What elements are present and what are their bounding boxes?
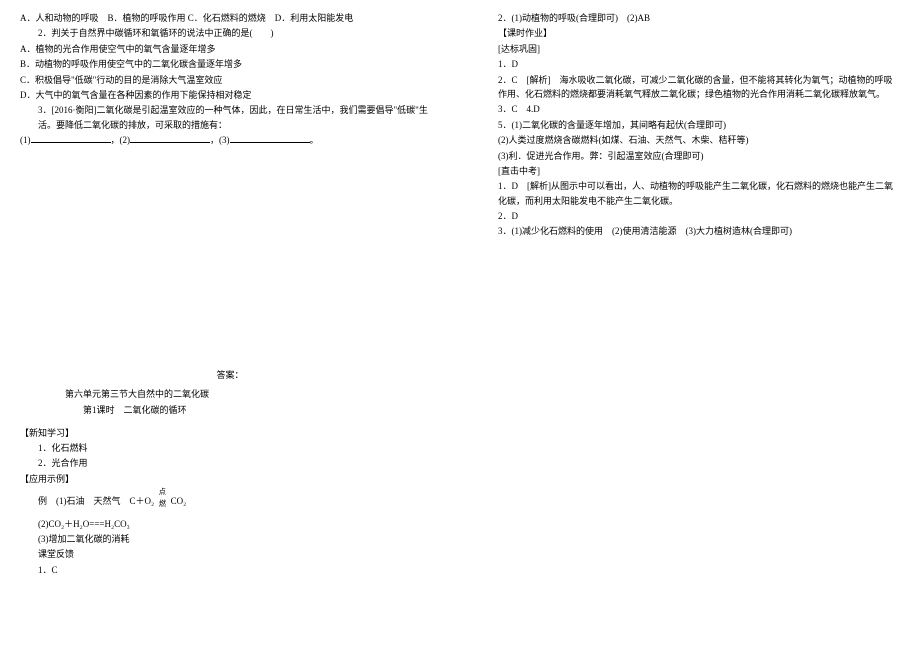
exam-answer-3: 3．(1)减少化石燃料的使用 (2)使用清洁能源 (3)大力植树造林(合理即可) — [480, 224, 900, 238]
hw-answer-5-1: 5．(1)二氧化碳的含量逐年增加，其间略有起伏(合理即可) — [480, 118, 900, 132]
q2-option-a: A．植物的光合作用使空气中的氧气含量逐年增多 — [20, 42, 440, 56]
section-exam: [直击中考] — [480, 164, 900, 178]
exam-answer-1: 1．D [解析]从图示中可以看出，人、动植物的呼吸能产生二氧化碳，化石燃料的燃烧… — [480, 179, 900, 208]
hw-answer-1: 1．D — [480, 57, 900, 71]
blank-2 — [130, 134, 210, 143]
example-1: 例 (1)石油 天然气 C＋O₂ 点燃 CO₂ — [20, 494, 440, 508]
nk-item-1: 1．化石燃料 — [20, 441, 440, 455]
lesson-title: 第1课时 二氧化碳的循环 — [20, 403, 440, 417]
answer-heading: 答案： — [20, 368, 440, 382]
unit-title: 第六单元第三节大自然中的二氧化碳 — [20, 387, 440, 401]
example-3: (3)增加二氧化碳的消耗 — [20, 532, 440, 546]
hw-answer-2: 2．C [解析] 海水吸收二氧化碳，可减少二氧化碳的含量，但不能将其转化为氧气；… — [480, 73, 900, 102]
exam-answer-2: 2．D — [480, 209, 900, 223]
section-examples: 【应用示例】 — [20, 472, 440, 486]
left-column: A．人和动物的呼吸 B．植物的呼吸作用 C．化石燃料的燃烧 D．利用太阳能发电 … — [0, 0, 460, 651]
q2-option-c: C．积极倡导"低碳"行动的目的是消除大气温室效应 — [20, 73, 440, 87]
reaction-condition: 点燃 — [156, 487, 168, 510]
q2-option-b: B．动植物的呼吸作用使空气中的二氧化碳含量逐年增多 — [20, 57, 440, 71]
example-rhs: CO₂ — [171, 496, 187, 506]
document-page: A．人和动物的呼吸 B．植物的呼吸作用 C．化石燃料的燃烧 D．利用太阳能发电 … — [0, 0, 920, 651]
q1-options: A．人和动物的呼吸 B．植物的呼吸作用 C．化石燃料的燃烧 D．利用太阳能发电 — [20, 11, 440, 25]
reaction-arrow: 点燃 — [156, 494, 168, 508]
blank-1 — [31, 134, 111, 143]
section-new-knowledge: 【新知学习】 — [20, 426, 440, 440]
example-lhs: 例 (1)石油 天然气 C＋O₂ — [38, 496, 154, 506]
hw-answer-5-3: (3)利．促进光合作用。弊：引起温室效应(合理即可) — [480, 149, 900, 163]
q2-stem: 2．判关于自然界中碳循环和氧循环的说法中正确的是( ) — [20, 26, 440, 40]
section-consolidation: [达标巩固] — [480, 42, 900, 56]
hw-answer-3-4: 3．C 4.D — [480, 102, 900, 116]
cf-answer-1: 1．C — [20, 563, 440, 577]
cf-answer-2: 2．(1)动植物的呼吸(合理即可) (2)AB — [480, 11, 900, 25]
q2-option-d: D．大气中的氧气含量在各种因素的作用下能保持相对稳定 — [20, 88, 440, 102]
right-column: 2．(1)动植物的呼吸(合理即可) (2)AB 【课时作业】 [达标巩固] 1．… — [460, 0, 920, 651]
nk-item-2: 2．光合作用 — [20, 456, 440, 470]
q3-blanks: (1)，(2)，(3)。 — [20, 133, 440, 147]
hw-answer-5-2: (2)人类过度燃烧含碳燃料(如煤、石油、天然气、木柴、秸秆等) — [480, 133, 900, 147]
blank-3 — [230, 134, 310, 143]
example-2: (2)CO₂＋H₂O===H₂CO₃ — [20, 517, 440, 531]
classroom-feedback: 课堂反馈 — [20, 547, 440, 561]
homework-heading: 【课时作业】 — [480, 26, 900, 40]
q3-stem: 3．[2016·衡阳]二氧化碳是引起温室效应的一种气体，因此，在日常生活中，我们… — [20, 103, 440, 132]
